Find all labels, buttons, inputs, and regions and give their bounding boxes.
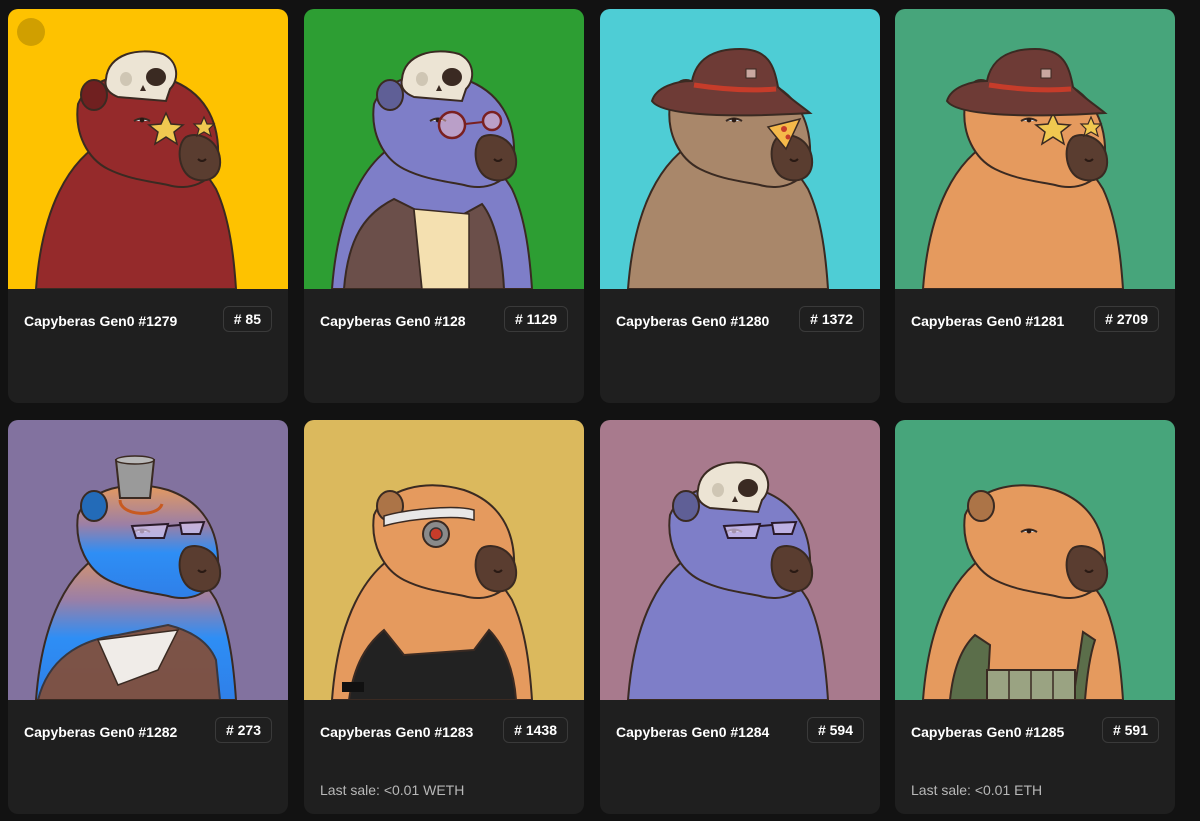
nft-card[interactable]: Capyberas Gen0 #1284 # 594 [600,420,880,814]
nft-name: Capyberas Gen0 #1283 [320,724,474,740]
rarity-rank-badge: # 1438 [503,717,568,743]
nft-card[interactable]: Capyberas Gen0 #1282 # 273 [8,420,288,814]
rarity-rank-badge: # 1372 [799,306,864,332]
nft-image[interactable] [600,420,880,700]
nft-image[interactable] [600,9,880,289]
rarity-rank-badge: # 273 [214,717,272,743]
nft-card[interactable]: Capyberas Gen0 #1281 # 2709 [895,9,1175,403]
nft-card[interactable]: Capyberas Gen0 #1283 # 1438 Last sale: <… [304,420,584,814]
last-sale-text: Last sale: <0.01 ETH [911,782,1043,798]
nft-image[interactable] [8,9,288,289]
nft-card[interactable]: Capyberas Gen0 #1279 # 85 [8,9,288,403]
rarity-rank-badge: # 1129 [503,306,568,332]
nft-name: Capyberas Gen0 #1285 [911,724,1065,740]
nft-image[interactable] [8,420,288,700]
nft-name: Capyberas Gen0 #1280 [616,313,770,329]
last-sale-text: Last sale: <0.01 WETH [320,782,465,798]
nft-grid: Capyberas Gen0 #1279 # 85 Capyberas Gen0… [0,0,1200,821]
nft-card[interactable]: Capyberas Gen0 #1280 # 1372 [600,9,880,403]
nft-name: Capyberas Gen0 #1282 [24,724,178,740]
rarity-rank-badge: # 2709 [1094,306,1159,332]
nft-image[interactable] [895,420,1175,700]
rarity-rank-badge: # 594 [806,717,864,743]
rarity-rank-badge: # 591 [1101,717,1159,743]
nft-name: Capyberas Gen0 #1281 [911,313,1065,329]
collection-badge-icon [17,18,45,46]
nft-name: Capyberas Gen0 #128 [320,313,466,329]
nft-card[interactable]: Capyberas Gen0 #128 # 1129 [304,9,584,403]
nft-name: Capyberas Gen0 #1284 [616,724,770,740]
nft-name: Capyberas Gen0 #1279 [24,313,178,329]
nft-image[interactable] [895,9,1175,289]
nft-image[interactable] [304,9,584,289]
rarity-rank-badge: # 85 [222,306,272,332]
nft-card[interactable]: Capyberas Gen0 #1285 # 591 Last sale: <0… [895,420,1175,814]
nft-image[interactable] [304,420,584,700]
